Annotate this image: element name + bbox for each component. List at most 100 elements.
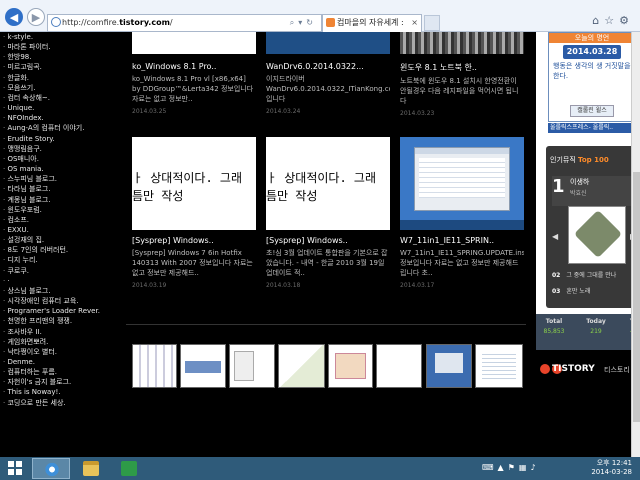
tray-icons[interactable]: ⌨▲⚑▦♪ (482, 463, 540, 472)
post-image[interactable]: ㅏ 상대적이다. 그래 틈만 작성 (132, 137, 256, 230)
rank1-item[interactable]: 1 이생하 박효신 (552, 176, 640, 206)
sidebar-link[interactable]: 코딩으로 만든 세상. (0, 398, 126, 408)
sidebar-link[interactable]: NFOIndex. (0, 113, 126, 123)
up-arrow-icon: ▲ (497, 463, 508, 472)
windows-start-icon[interactable] (8, 461, 23, 476)
post-card[interactable]: W7_11in1_IE11_SPRIN.. W7_11in1_IE11_SPRI… (400, 137, 524, 289)
sidebar-link[interactable]: 8도 7인의 러버러턴. (0, 245, 126, 255)
sidebar-link[interactable]: 컴소프. (0, 215, 126, 225)
sidebar-link[interactable]: Programer's Loader Rever. (0, 306, 126, 316)
gallery-thumb[interactable] (328, 344, 373, 388)
sidebar-link[interactable]: OS mania. (0, 164, 126, 174)
sidebar-link[interactable]: 컴퓨터하는 푸름. (0, 367, 126, 377)
post-title[interactable]: [Sysprep] Windows.. (266, 236, 390, 245)
post-title[interactable]: [Sysprep] Windows.. (132, 236, 256, 245)
post-card[interactable]: 윈도우 8.1 노트북 한.. 노트북에 윈도우 8.1 설치시 한영전환이 안… (400, 56, 524, 117)
browser-tab[interactable]: 컴마을의 자유세계 : × (322, 14, 422, 32)
post-title[interactable]: 윈도우 8.1 노트북 한.. (400, 62, 524, 73)
sidebar-link[interactable]: 한방98. (0, 52, 126, 62)
sidebar-link[interactable]: 타라님 블로그. (0, 184, 126, 194)
sidebar-link[interactable]: 디지 누리. (0, 255, 126, 265)
right-widgets: 오늘의 명언 2014.03.28 행동은 생각의 생 거짓말을 한다. 캘롤린… (536, 32, 640, 457)
forward-button[interactable]: ▶ (27, 8, 45, 26)
post-title[interactable]: ko_Windows 8.1 Pro.. (132, 62, 256, 71)
new-tab-button[interactable] (424, 15, 440, 31)
sidebar-link[interactable]: Unique. (0, 103, 126, 113)
scrollbar-thumb[interactable] (633, 172, 640, 422)
post-thumb-1[interactable] (132, 32, 256, 54)
sidebar-link[interactable]: 한글화. (0, 73, 126, 83)
music-top100-widget: 인기뮤직 Top 100 1 이생하 박효신 ◀ ▶ 02그 중에 그대를 만나… (546, 146, 640, 308)
address-bar[interactable]: http://comfire.tistory.com/ ⌕▾↻ (47, 14, 322, 32)
sidebar-link[interactable]: 맹맹림음구. (0, 144, 126, 154)
clock[interactable]: 오후 12:41 2014-03-28 (591, 459, 632, 477)
taskbar-explorer[interactable] (72, 458, 110, 479)
taskbar-store[interactable] (110, 458, 148, 479)
sidebar-link[interactable]: 컴터 속상해~. (0, 93, 126, 103)
window-titlebar (415, 148, 509, 154)
post-title[interactable]: W7_11in1_IE11_SPRIN.. (400, 236, 524, 245)
album-cover[interactable] (568, 206, 626, 264)
prev-arrow-icon[interactable]: ◀ (552, 232, 558, 241)
sidebar-link[interactable]: 설겅재의 집. (0, 235, 126, 245)
sidebar-link[interactable]: Erudite Story. (0, 134, 126, 144)
banner-link[interactable]: 울룰릭스프레스- 울룰릭.. (548, 123, 636, 133)
gallery-thumb[interactable] (278, 344, 325, 388)
rank1-song: 박효신 (570, 190, 587, 197)
image-caption: 틈만 작성 (132, 189, 184, 203)
sidebar-link[interactable]: 시각장애인 컴퓨터 교육. (0, 296, 126, 306)
visitor-stats: Total85,853 Today219 Y4 (536, 314, 640, 350)
address-tools[interactable]: ⌕▾↻ (290, 15, 317, 31)
top100-title: 인기뮤직 Top 100 (550, 156, 609, 164)
gallery-thumb[interactable] (180, 344, 226, 388)
gallery-thumb[interactable] (132, 344, 177, 388)
sidebar-link[interactable]: 마라톤 파이터. (0, 42, 126, 52)
post-card[interactable]: ㅏ 상대적이다. 그래 틈만 작성 [Sysprep] Windows.. 초!… (266, 137, 390, 289)
post-card[interactable]: ㅏ 상대적이다. 그래 틈만 작성 [Sysprep] Windows.. [S… (132, 137, 256, 289)
sidebar-link[interactable]: 조사바우 II. (0, 327, 126, 337)
taskbar-ie[interactable] (32, 458, 70, 479)
sidebar-link[interactable]: k-style. (0, 32, 126, 42)
gallery-thumb[interactable] (229, 344, 275, 388)
sidebar-link[interactable]: Aung-A의 컴퓨터 이야기. (0, 123, 126, 133)
quote-author-button[interactable]: 캘롤린 윌스 (570, 105, 614, 117)
sidebar-link[interactable]: 모음쓰기. (0, 83, 126, 93)
back-button[interactable]: ◀ (5, 8, 23, 26)
post-thumb-3[interactable] (400, 32, 524, 54)
sidebar-link[interactable]: Denme. (0, 357, 126, 367)
sidebar-link[interactable]: EXXU. (0, 225, 126, 235)
star-icon: ☆ (604, 14, 620, 27)
sidebar-link[interactable]: 천명한 프리맨의 쟁쟁. (0, 316, 126, 326)
sidebar-link[interactable]: 자헌이's 금지 블로그. (0, 377, 126, 387)
sidebar-link[interactable]: 상스님 블로그. (0, 286, 126, 296)
browser-toolbar-icons[interactable]: ⌂☆⚙ (592, 14, 634, 27)
post-card[interactable]: ko_Windows 8.1 Pro.. ko_Windows 8.1 Pro … (132, 56, 256, 115)
sidebar-link[interactable]: · (0, 276, 126, 286)
sidebar-link[interactable]: OS매니아. (0, 154, 126, 164)
post-title[interactable]: WanDrv6.0.2014.0322... (266, 62, 390, 71)
close-tab-icon[interactable]: × (411, 15, 418, 31)
sidebar-link[interactable]: 윈도우포럼. (0, 205, 126, 215)
gallery-thumb[interactable] (426, 344, 472, 388)
favicon-icon (326, 18, 335, 27)
rank-row[interactable]: 03 혼만 노래 (552, 286, 590, 295)
vertical-scrollbar[interactable] (631, 32, 640, 457)
sidebar-link[interactable]: 미르고림곡. (0, 62, 126, 72)
post-image[interactable]: ㅏ 상대적이다. 그래 틈만 작성 (266, 137, 390, 230)
post-image[interactable] (400, 137, 524, 230)
clock-date: 2014-03-28 (591, 468, 632, 476)
sidebar-link[interactable]: 계몽님 블로그. (0, 195, 126, 205)
gallery-thumb[interactable] (475, 344, 523, 388)
rank-row[interactable]: 02 그 중에 그대를 만나 (552, 270, 616, 279)
sidebar-link[interactable]: 게임화면뽀려. (0, 337, 126, 347)
image-caption: ㅏ 상대적이다. 그래 (266, 171, 376, 185)
post-card[interactable]: WanDrv6.0.2014.0322... 이지드라이버 WanDrv6.0.… (266, 56, 390, 115)
post-desc: 초!심 3월 업데이트 통합판을 기본으로 잡았습니다. - 내역 - 한글 2… (266, 249, 388, 277)
tistory-badge[interactable]: TISTORY 티스토리 (536, 362, 640, 378)
sidebar-link[interactable]: 낙타쩡이오 별터. (0, 347, 126, 357)
sidebar-link[interactable]: This is Noway!. (0, 387, 126, 397)
post-thumb-2[interactable] (266, 32, 390, 54)
sidebar-link[interactable]: 스누피님 블로그. (0, 174, 126, 184)
gallery-thumb[interactable] (376, 344, 422, 388)
sidebar-link[interactable]: 쿠로쿠. (0, 266, 126, 276)
